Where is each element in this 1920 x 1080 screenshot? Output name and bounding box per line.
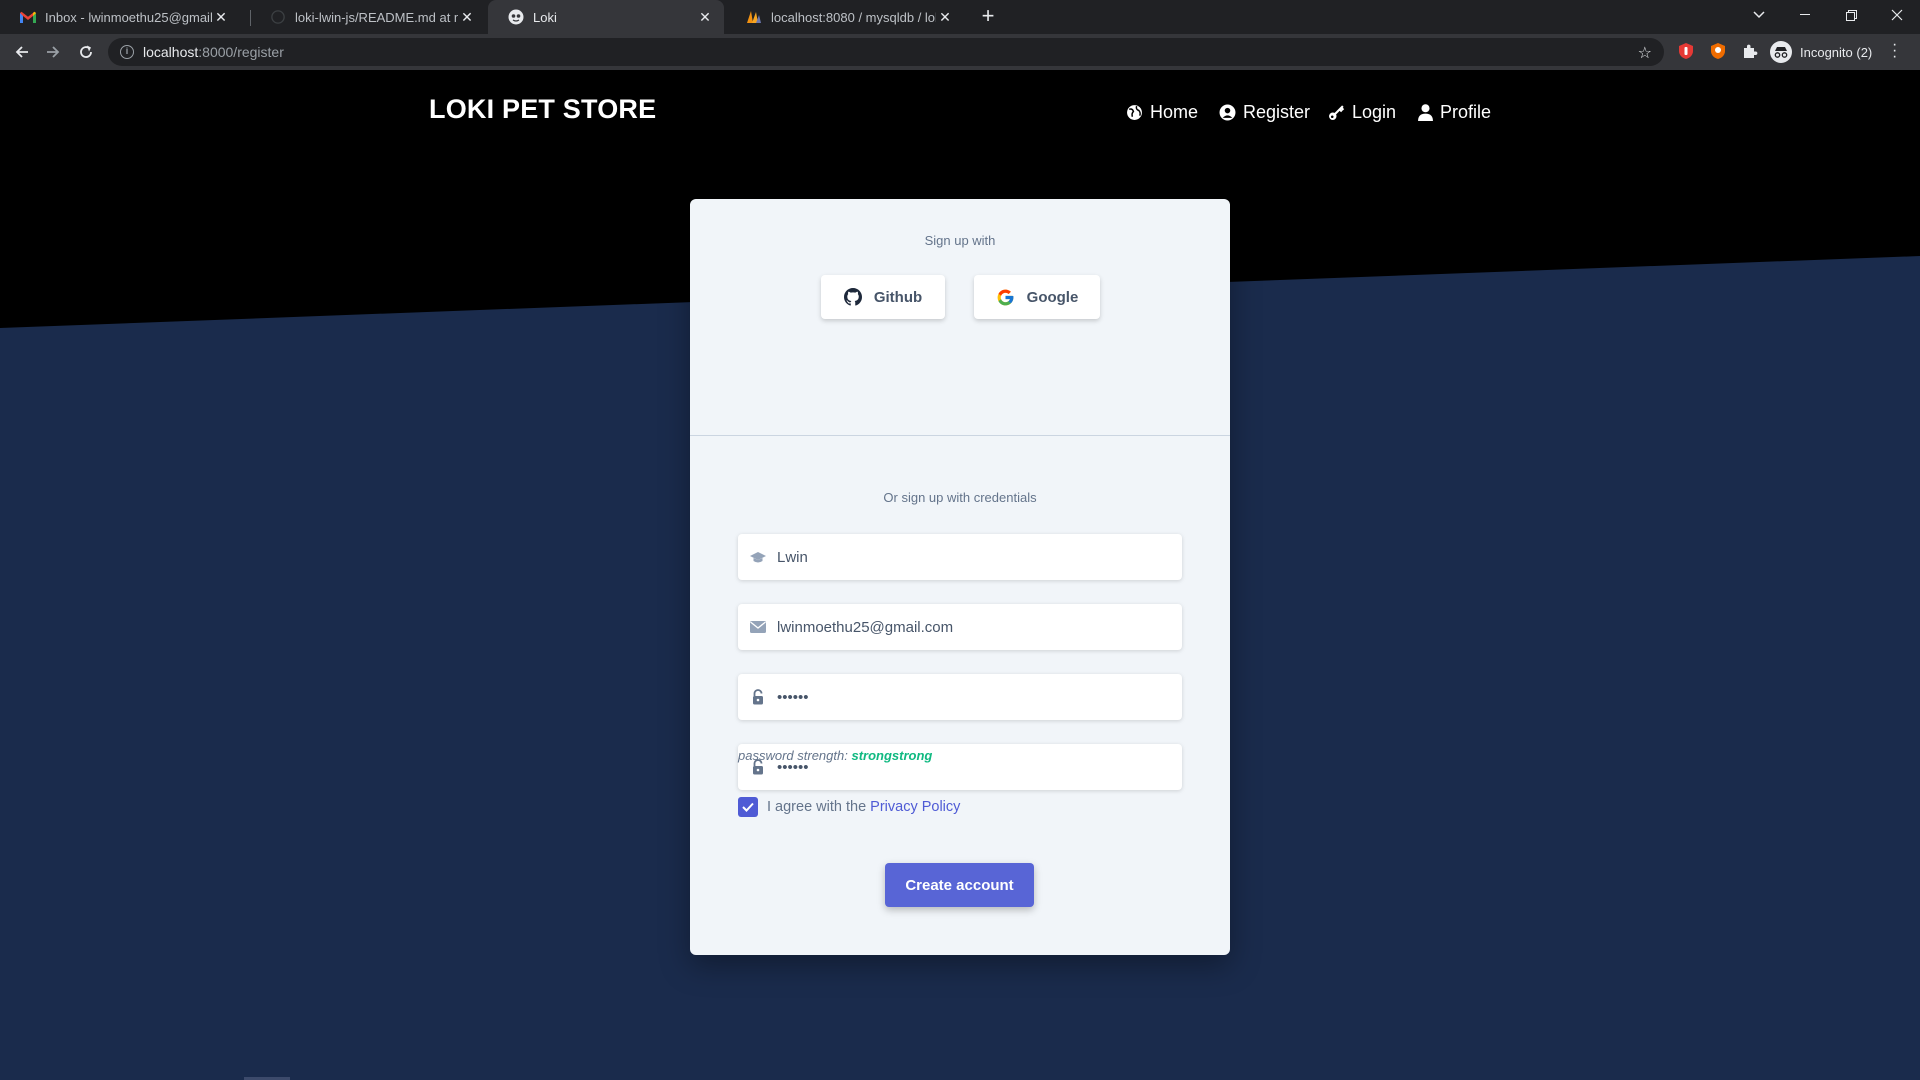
url-host: localhost (143, 44, 199, 60)
browser-toolbar: i localhost:8000/register ☆ Incognito (2… (0, 34, 1920, 70)
url-text: localhost:8000/register (143, 44, 284, 60)
close-tab-icon[interactable]: ✕ (212, 9, 230, 26)
privacy-agreement: I agree with the Privacy Policy (738, 797, 960, 817)
graduation-cap-icon (750, 551, 766, 564)
key-icon (1329, 105, 1345, 120)
chrome-menu-icon[interactable]: · · · (1892, 37, 1897, 65)
checkmark-icon (742, 802, 754, 812)
tab-gmail[interactable]: Inbox - lwinmoethu25@gmail.co ✕ (0, 0, 240, 34)
google-icon (997, 289, 1014, 305)
tab-title: Loki (533, 9, 557, 25)
address-bar[interactable]: i localhost:8000/register ☆ (108, 38, 1664, 66)
url-path: :8000/register (198, 44, 284, 60)
or-credentials-label: Or sign up with credentials (883, 490, 1037, 505)
close-window-button[interactable] (1874, 0, 1920, 30)
signup-with-label: Sign up with (924, 233, 996, 248)
nav-label: Register (1243, 102, 1311, 122)
nav-login[interactable]: Login (1328, 102, 1396, 123)
privacy-policy-link[interactable]: Privacy Policy (870, 799, 960, 815)
nav-label: Profile (1440, 102, 1492, 122)
github-signup-button[interactable]: Github (821, 275, 945, 319)
github-icon (270, 9, 286, 25)
agree-checkbox[interactable] (738, 797, 758, 817)
user-circle-icon (1219, 104, 1236, 121)
restore-button[interactable] (1828, 0, 1874, 30)
browser-tabstrip: Inbox - lwinmoethu25@gmail.co ✕ loki-lwi… (0, 0, 1920, 34)
close-tab-icon[interactable]: ✕ (458, 9, 476, 26)
nav-label: Login (1352, 102, 1397, 122)
nav-register[interactable]: Register (1219, 102, 1310, 123)
tab-phpmyadmin[interactable]: localhost:8080 / mysqldb / loki_p ✕ (726, 0, 964, 34)
password-strength: password strength: strongstrong (738, 748, 932, 763)
create-account-button[interactable]: Create account (885, 863, 1034, 907)
nav-label: Home (1150, 102, 1199, 122)
site-brand[interactable]: LOKI PET STORE (429, 94, 656, 125)
reload-button[interactable] (72, 38, 100, 66)
tab-github[interactable]: loki-lwin-js/README.md at maste ✕ (250, 0, 486, 34)
globe-icon (1127, 105, 1142, 120)
strength-label: password strength: (738, 748, 848, 763)
name-input[interactable] (777, 548, 1157, 566)
envelope-icon (750, 621, 766, 633)
minimize-button[interactable] (1782, 0, 1828, 30)
close-tab-icon[interactable]: ✕ (696, 9, 714, 26)
new-tab-button[interactable]: + (975, 4, 1001, 30)
nav-home[interactable]: Home (1126, 102, 1198, 123)
incognito-profile-button[interactable]: Incognito (2) (1766, 38, 1880, 66)
google-label: Google (1026, 288, 1079, 306)
loki-favicon (508, 9, 524, 25)
nav-profile[interactable]: Profile (1418, 102, 1491, 123)
google-signup-button[interactable]: Google (974, 275, 1100, 319)
site-info-icon[interactable]: i (120, 45, 134, 59)
github-label: Github (873, 288, 923, 306)
extension-orange-icon[interactable] (1709, 42, 1727, 60)
incognito-icon (1770, 41, 1792, 63)
agree-text: I agree with the (767, 799, 867, 815)
forward-button[interactable] (39, 38, 67, 66)
tab-loki[interactable]: Loki ✕ (488, 0, 724, 34)
name-field[interactable] (738, 534, 1182, 580)
card-divider (690, 435, 1230, 436)
register-card: Sign up with Github Google Or sign up wi… (690, 199, 1230, 955)
tab-title: localhost:8080 / mysqldb / loki_p (771, 9, 936, 25)
strength-value: strongstrong (851, 748, 933, 763)
lock-icon (750, 689, 766, 705)
password-field[interactable] (738, 674, 1182, 720)
bookmark-star-icon[interactable]: ☆ (1638, 43, 1652, 63)
page: LOKI PET STORE Home Register Login Profi… (0, 70, 1920, 1080)
extension-red-icon[interactable] (1677, 42, 1695, 60)
tab-search-icon[interactable] (1736, 0, 1782, 30)
email-field[interactable] (738, 604, 1182, 650)
profile-label: Incognito (2) (1800, 44, 1873, 60)
gmail-icon (20, 9, 36, 25)
extensions-puzzle-icon[interactable] (1741, 42, 1759, 60)
github-icon (843, 288, 862, 306)
phpmyadmin-icon (746, 9, 762, 25)
close-tab-icon[interactable]: ✕ (936, 9, 954, 26)
tab-title: Inbox - lwinmoethu25@gmail.co (45, 9, 212, 25)
tab-title: loki-lwin-js/README.md at maste (295, 9, 458, 25)
password-input[interactable] (777, 688, 1157, 706)
email-input[interactable] (777, 618, 1157, 636)
back-button[interactable] (8, 38, 36, 66)
user-icon (1418, 104, 1433, 121)
